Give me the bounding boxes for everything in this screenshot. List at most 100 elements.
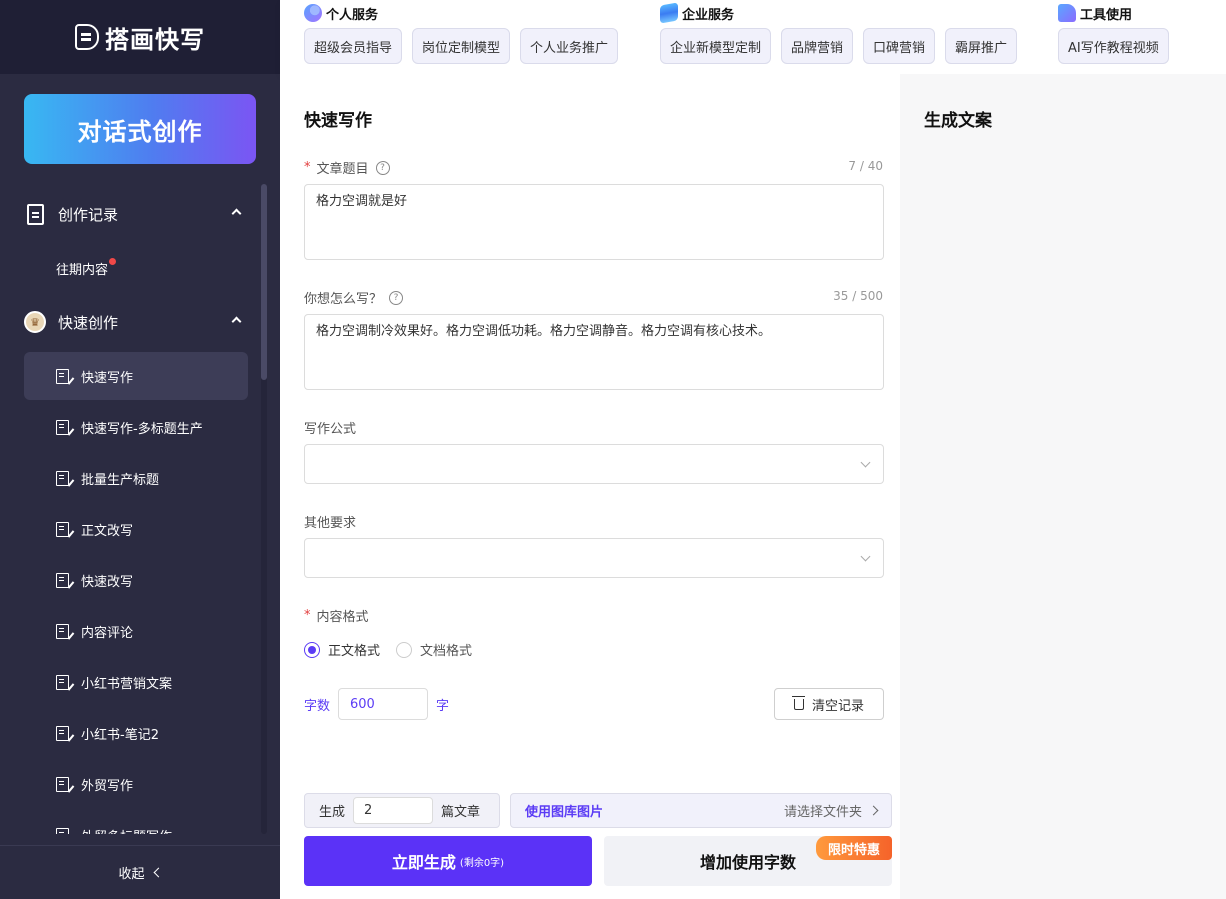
sidebar-item-label: 内容评论 [81, 625, 134, 641]
content-format-label: * 内容格式 [304, 606, 369, 625]
article-title-input[interactable]: 格力空调就是好 [304, 184, 884, 260]
word-count-label: 字数 [304, 698, 331, 714]
radio-checked-icon [304, 641, 320, 658]
image-library-selector[interactable]: 使用图库图片 请选择文件夹 [510, 793, 892, 828]
chevron-up-icon [231, 208, 242, 219]
sidebar-item-past-content[interactable]: 往期内容 [0, 244, 270, 292]
edit-doc-icon [56, 725, 69, 741]
sidebar-item-xiaohongshu-marketing[interactable]: 小红书营销文案 [24, 658, 248, 706]
other-requirements-select[interactable] [304, 538, 884, 578]
field-label-text: 其他要求 [304, 516, 357, 531]
article-title-counter: 7 / 40 [848, 159, 883, 173]
how-to-write-input[interactable]: 格力空调制冷效果好。格力空调低功耗。格力空调静音。格力空调有核心技术。 [304, 314, 884, 390]
output-title: 生成文案 [924, 111, 992, 131]
trash-icon [791, 695, 805, 710]
word-count-input[interactable]: 600 [338, 688, 429, 720]
nav-tag-personal-promo[interactable]: 个人业务推广 [520, 28, 619, 64]
nav-tag-reputation-marketing[interactable]: 口碑营销 [863, 28, 936, 64]
edit-doc-icon [56, 470, 69, 486]
sidebar-item-batch-titles[interactable]: 批量生产标题 [24, 454, 248, 502]
edit-doc-icon [56, 521, 69, 537]
generate-now-label: 立即生成 [391, 853, 456, 872]
sidebar-group-records[interactable]: 创作记录 [0, 184, 270, 244]
sidebar-item-label: 外贸多标题写作 [81, 826, 172, 835]
chevron-left-icon [153, 867, 163, 878]
nav-group-title: 企业服务 [682, 7, 735, 23]
generate-now-button[interactable]: 立即生成 (剩余0字) [304, 836, 592, 886]
radio-document-format[interactable]: 文档格式 [396, 640, 472, 659]
generate-count-box: 生成 2 篇文章 [304, 793, 500, 828]
radio-body-format[interactable]: 正文格式 [304, 640, 380, 659]
edit-doc-icon [56, 827, 69, 834]
tools-icon [1058, 4, 1076, 22]
crown-icon: ♛ [24, 311, 46, 333]
nav-tag-super-member[interactable]: 超级会员指导 [304, 28, 403, 64]
sidebar-item-body-rewrite[interactable]: 正文改写 [24, 505, 248, 553]
chevron-down-icon [860, 551, 871, 562]
notification-dot [109, 257, 117, 265]
sidebar-group-label: 创作记录 [58, 205, 119, 224]
word-count-unit: 字 [436, 698, 450, 714]
content-format-radios: 正文格式 文档格式 [304, 640, 472, 659]
person-service-icon [304, 4, 322, 22]
generate-count-input[interactable]: 2 [353, 797, 434, 824]
how-to-write-label: 你想怎么写？ ? [304, 288, 404, 307]
sidebar-item-label: 外贸写作 [81, 778, 134, 794]
sidebar-item-quick-writing-multi-title[interactable]: 快速写作-多标题生产 [24, 403, 248, 451]
output-panel: 生成文案 [900, 74, 1226, 899]
nav-tag-screen-promotion[interactable]: 霸屏推广 [945, 28, 1018, 64]
sidebar: 搭画快写 对话式创作 创作记录 往期内容 ♛ 快速创作 快速写作 快速写作-多标… [0, 0, 280, 899]
sidebar-group-quick-creation[interactable]: ♛ 快速创作 [0, 292, 270, 352]
edit-doc-icon [56, 572, 69, 588]
nav-tag-enterprise-model[interactable]: 企业新模型定制 [660, 28, 772, 64]
form-panel: 快速写作 * 文章题目 ? 7 / 40 格力空调就是好 你想怎么写？ ? 35… [280, 74, 900, 899]
required-mark: * [304, 160, 311, 175]
field-label-text: 文章题目 [316, 162, 369, 177]
sidebar-item-content-comment[interactable]: 内容评论 [24, 607, 248, 655]
sidebar-item-foreign-trade-multi-title[interactable]: 外贸多标题写作 [24, 811, 248, 834]
chat-creation-button[interactable]: 对话式创作 [24, 94, 256, 164]
logo-text: 搭画快写 [105, 25, 205, 54]
remaining-words-note: (剩余0字) [459, 857, 505, 869]
formula-label: 写作公式 [304, 418, 356, 437]
radio-label: 文档格式 [420, 644, 473, 659]
nav-group-enterprise: 企业服务 企业新模型定制 品牌营销 口碑营销 霸屏推广 [660, 2, 1018, 64]
select-folder[interactable]: 请选择文件夹 [784, 801, 879, 820]
sidebar-item-label: 小红书-笔记2 [81, 727, 159, 743]
article-title-label: * 文章题目 ? [304, 158, 390, 177]
chevron-down-icon [860, 457, 871, 468]
nav-tag-brand-marketing[interactable]: 品牌营销 [781, 28, 854, 64]
other-requirements-label: 其他要求 [304, 512, 356, 531]
edit-doc-icon [56, 368, 69, 384]
field-label-text: 内容格式 [316, 610, 369, 625]
sidebar-item-label: 往期内容 [56, 262, 109, 278]
edit-doc-icon [56, 776, 69, 792]
sidebar-item-foreign-trade-writing[interactable]: 外贸写作 [24, 760, 248, 808]
clear-button-label: 清空记录 [811, 698, 864, 714]
sidebar-scrollbar-thumb[interactable] [261, 184, 267, 380]
collapse-sidebar-button[interactable]: 收起 [0, 845, 280, 899]
collapse-label: 收起 [118, 867, 145, 882]
word-count-row: 字数 600 字 [304, 688, 449, 720]
nav-tag-ai-tutorial[interactable]: AI写作教程视频 [1058, 28, 1169, 64]
nav-group-personal: 个人服务 超级会员指导 岗位定制模型 个人业务推广 [304, 4, 619, 64]
logo[interactable]: 搭画快写 [0, 0, 280, 74]
nav-tag-custom-model[interactable]: 岗位定制模型 [412, 28, 511, 64]
sidebar-item-quick-writing[interactable]: 快速写作 [24, 352, 248, 400]
logo-mark-icon [75, 24, 99, 50]
document-icon [26, 203, 44, 225]
help-icon[interactable]: ? [389, 290, 404, 305]
chevron-up-icon [231, 316, 242, 327]
sidebar-item-xiaohongshu-notes[interactable]: 小红书-笔记2 [24, 709, 248, 757]
enterprise-stack-icon [660, 2, 678, 24]
help-icon[interactable]: ? [375, 160, 390, 175]
nav-group-title: 工具使用 [1080, 7, 1133, 23]
nav-group-tools: 工具使用 AI写作教程视频 [1058, 4, 1169, 64]
generate-label: 生成 [319, 805, 346, 820]
edit-doc-icon [56, 623, 69, 639]
clear-records-button[interactable]: 清空记录 [774, 688, 884, 720]
formula-select[interactable] [304, 444, 884, 484]
chevron-right-icon [868, 805, 879, 816]
sidebar-item-quick-rewrite[interactable]: 快速改写 [24, 556, 248, 604]
radio-unchecked-icon [396, 641, 413, 658]
